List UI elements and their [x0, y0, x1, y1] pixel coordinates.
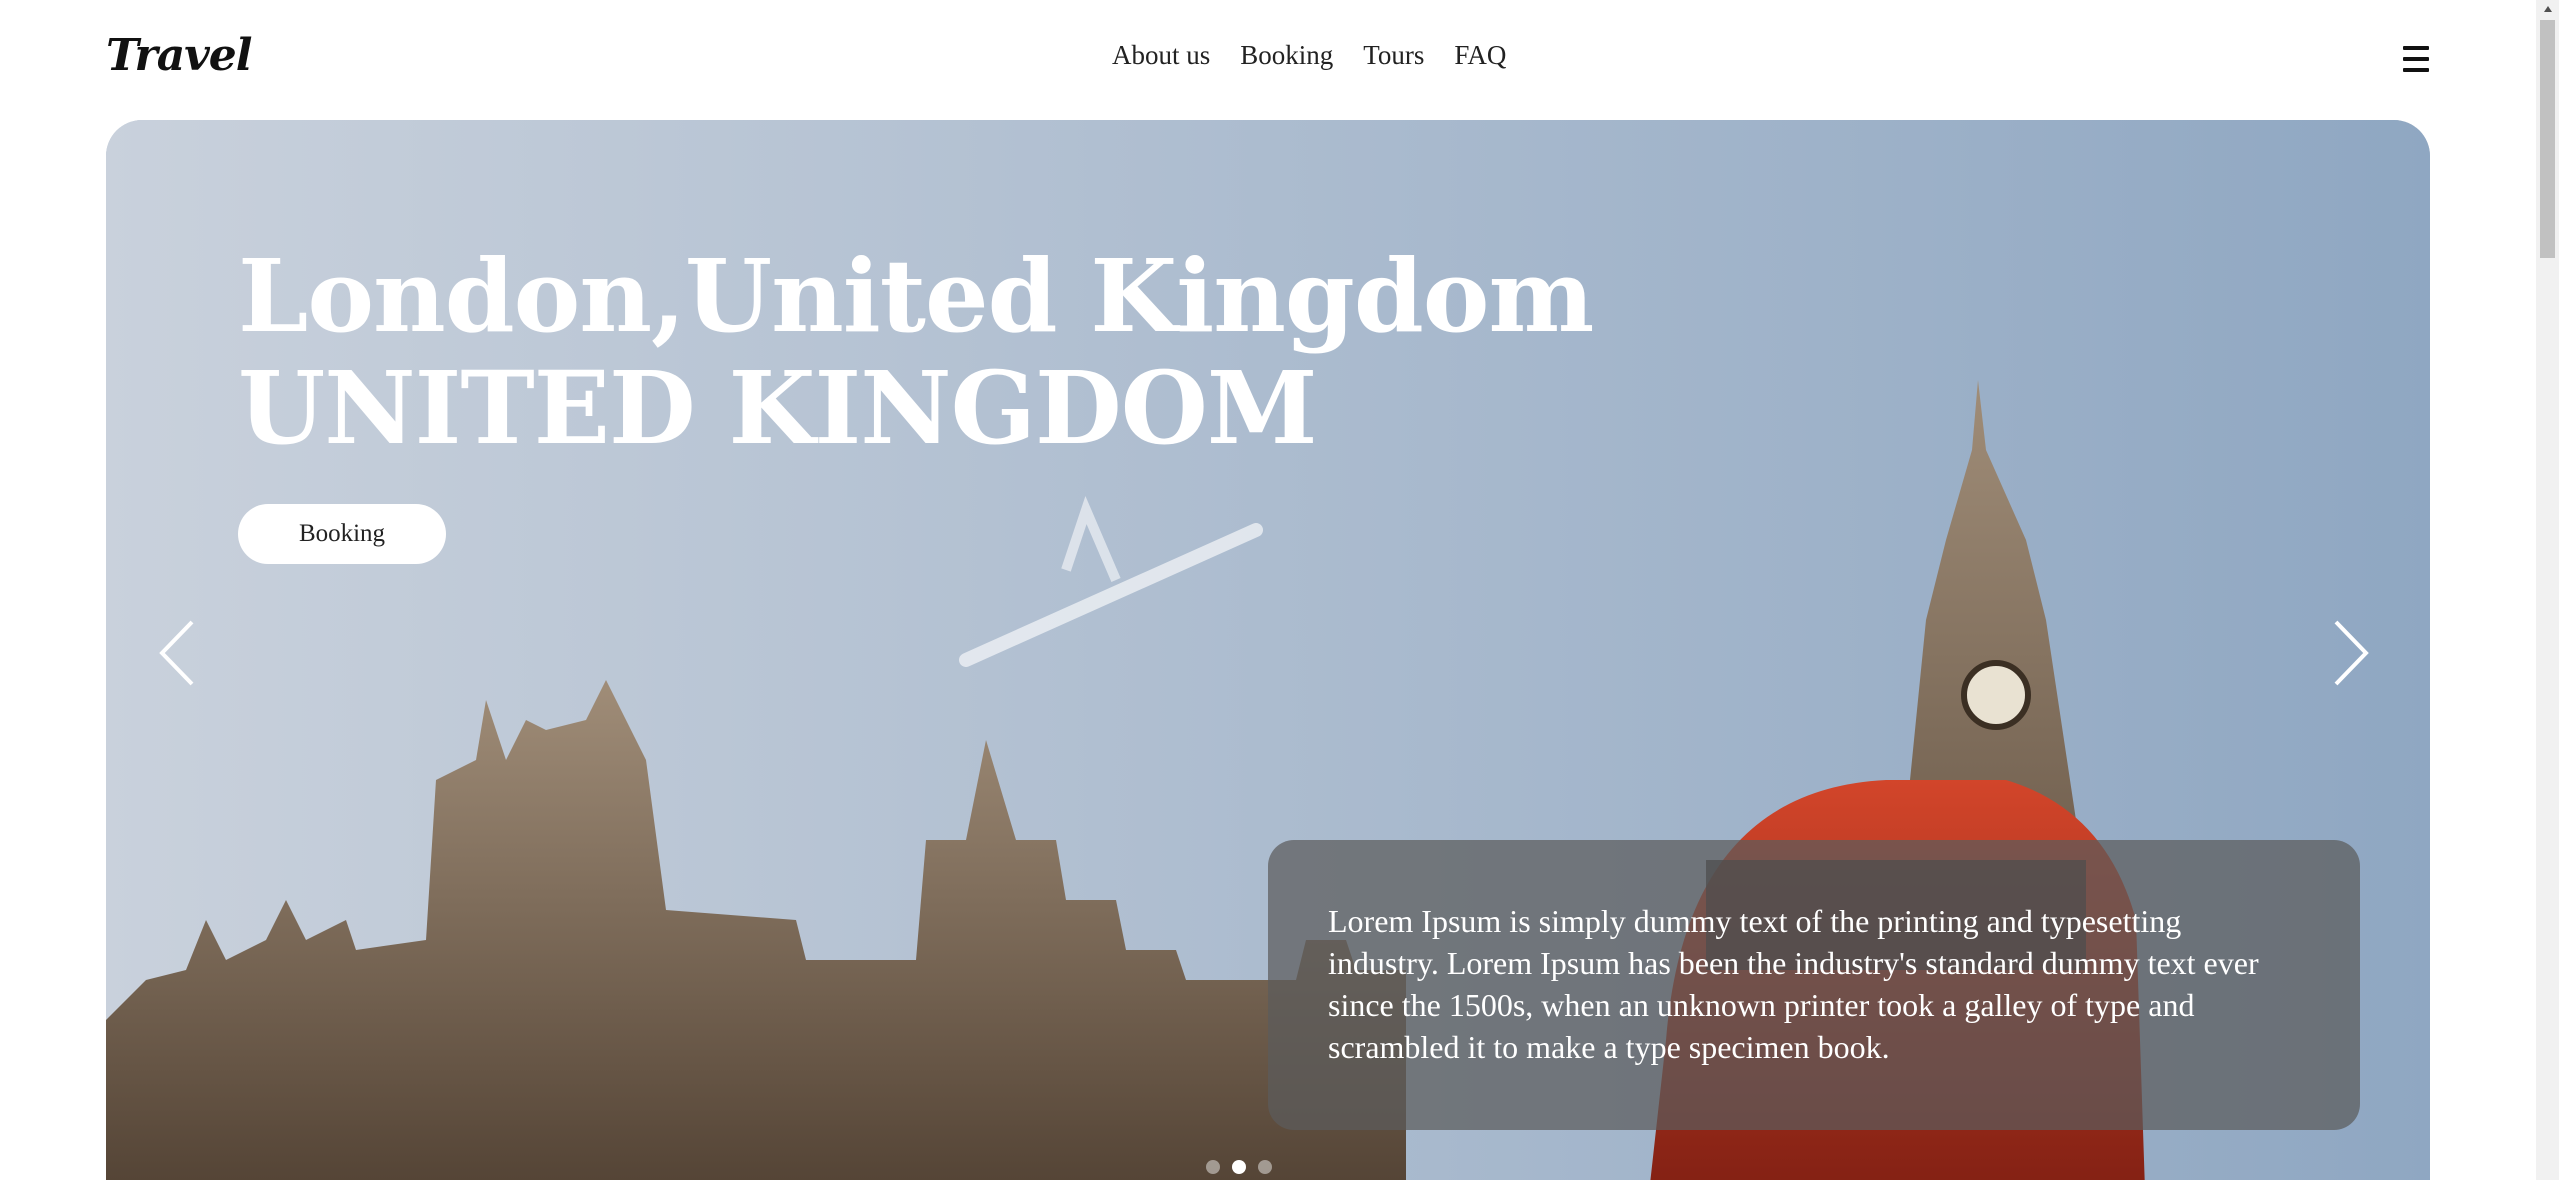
slide-indicators: [1206, 1160, 1272, 1174]
chevron-right-icon[interactable]: [2326, 618, 2376, 688]
nav-booking[interactable]: Booking: [1240, 40, 1333, 71]
description-box: Lorem Ipsum is simply dummy text of the …: [1268, 840, 2360, 1130]
scrollbar[interactable]: [2536, 0, 2559, 1180]
nav-about-us[interactable]: About us: [1112, 40, 1210, 71]
hero-title-line-2: UNITED KINGDOM: [238, 349, 1318, 467]
page: Travel About us Booking Tours FAQ London…: [0, 0, 2559, 1180]
slide-dot[interactable]: [1206, 1160, 1220, 1174]
nav-tours[interactable]: Tours: [1363, 40, 1424, 71]
site-header: Travel About us Booking Tours FAQ: [0, 0, 2536, 120]
slide-dot[interactable]: [1258, 1160, 1272, 1174]
hero-title: London,United Kingdom UNITED KINGDOM: [238, 237, 1594, 467]
main-nav: About us Booking Tours FAQ: [1112, 40, 1506, 71]
slide-dot-active[interactable]: [1232, 1160, 1246, 1174]
nav-faq[interactable]: FAQ: [1454, 40, 1506, 71]
hero-slider: London,United Kingdom UNITED KINGDOM Boo…: [106, 120, 2430, 1180]
menu-bar: [2403, 46, 2429, 50]
hero-title-line-1: London,United Kingdom: [238, 237, 1594, 355]
menu-bar: [2403, 68, 2429, 72]
menu-bar: [2403, 57, 2429, 61]
booking-button[interactable]: Booking: [238, 504, 446, 564]
logo[interactable]: Travel: [106, 30, 253, 81]
scrollbar-thumb[interactable]: [2540, 20, 2555, 258]
description-text: Lorem Ipsum is simply dummy text of the …: [1328, 903, 2259, 1065]
scroll-up-arrow-icon[interactable]: [2536, 0, 2559, 18]
chevron-left-icon[interactable]: [156, 618, 206, 688]
hamburger-menu-icon[interactable]: [2403, 46, 2429, 72]
